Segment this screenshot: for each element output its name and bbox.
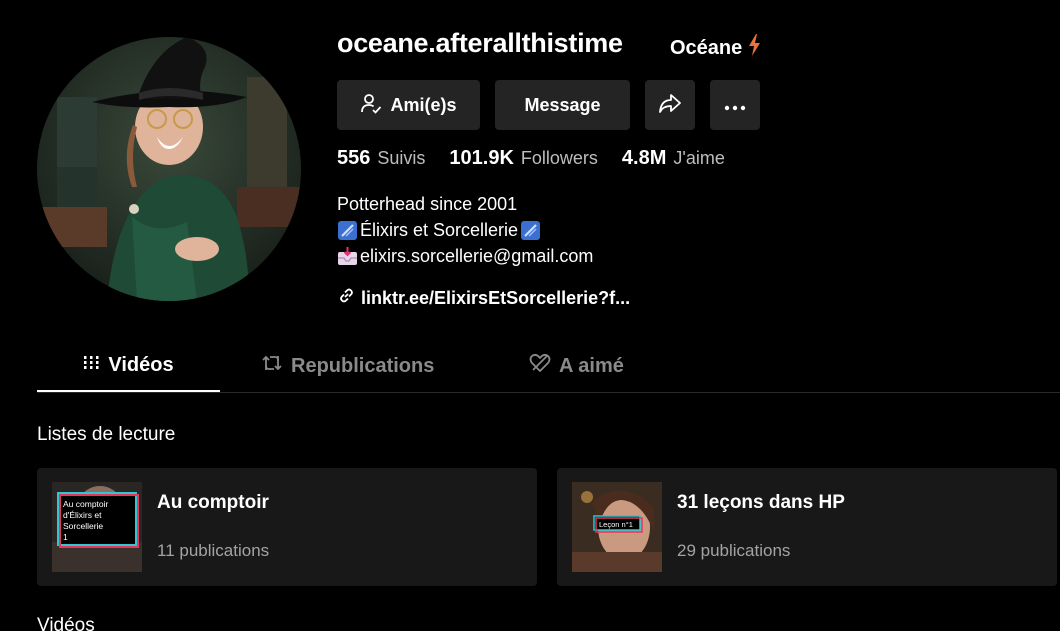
followers-count: 101.9K bbox=[449, 147, 514, 169]
friends-icon bbox=[360, 92, 382, 119]
profile-nickname-text: Océane bbox=[670, 36, 743, 59]
profile-stats: 556 Suivis 101.9K Followers 4.8M J'aime bbox=[337, 147, 749, 170]
more-options-button[interactable] bbox=[710, 80, 760, 130]
videos-section-title: Vidéos bbox=[37, 615, 95, 631]
playlists-section-title: Listes de lecture bbox=[37, 424, 176, 445]
likes-stat: 4.8M J'aime bbox=[622, 147, 725, 170]
bio-line: elixirs.sorcellerie@gmail.com bbox=[337, 243, 593, 269]
inbox-icon bbox=[337, 246, 358, 267]
bio-brand: Élixirs et Sorcellerie bbox=[360, 220, 519, 240]
tab-videos[interactable]: Vidéos bbox=[37, 340, 220, 392]
profile-username: oceane.afterallthistime bbox=[337, 28, 623, 58]
playlist-card[interactable]: Leçon n°1 31 leçons dans HP 29 publicati… bbox=[557, 468, 1057, 586]
share-button[interactable] bbox=[645, 80, 695, 130]
following-stat[interactable]: 556 Suivis bbox=[337, 147, 425, 170]
link-icon bbox=[338, 287, 355, 309]
friends-button[interactable]: Ami(e)s bbox=[337, 80, 480, 130]
followers-stat[interactable]: 101.9K Followers bbox=[449, 147, 598, 170]
heart-icon bbox=[529, 353, 551, 379]
playlist-count: 29 publications bbox=[677, 541, 791, 560]
tab-liked-label: A aimé bbox=[559, 354, 624, 377]
profile-link-text: linktr.ee/ElixirsEtSorcellerie?f... bbox=[361, 287, 631, 308]
tab-liked[interactable]: A aimé bbox=[529, 340, 624, 392]
friends-button-label: Ami(e)s bbox=[390, 94, 457, 115]
bio-line: Potterhead since 2001 bbox=[337, 194, 518, 214]
svg-text:Leçon n°1: Leçon n°1 bbox=[599, 520, 633, 529]
profile-bio: Potterhead since 2001 Élixirs et Sorcell… bbox=[337, 191, 593, 269]
playlist-title: Au comptoir bbox=[157, 492, 269, 513]
svg-text:1: 1 bbox=[63, 532, 68, 542]
following-count: 556 bbox=[337, 147, 371, 169]
repost-icon bbox=[261, 353, 283, 379]
bio-email: elixirs.sorcellerie@gmail.com bbox=[360, 246, 594, 266]
playlist-title: 31 leçons dans HP bbox=[677, 492, 845, 513]
tab-videos-label: Vidéos bbox=[108, 353, 174, 376]
lightning-icon bbox=[748, 34, 761, 62]
svg-text:Au comptoir: Au comptoir bbox=[63, 499, 109, 509]
svg-text:Sorcellerie: Sorcellerie bbox=[63, 521, 103, 531]
wand-icon bbox=[337, 220, 358, 241]
share-icon bbox=[658, 92, 682, 119]
message-button[interactable]: Message bbox=[495, 80, 630, 130]
likes-label: J'aime bbox=[673, 148, 725, 168]
playlist-thumbnail: Leçon n°1 bbox=[572, 482, 662, 572]
profile-avatar[interactable] bbox=[37, 37, 301, 301]
wand-icon bbox=[520, 220, 541, 241]
followers-label: Followers bbox=[520, 148, 598, 168]
svg-text:d'Élixirs et: d'Élixirs et bbox=[63, 510, 102, 520]
bio-line: Élixirs et Sorcellerie bbox=[337, 217, 593, 243]
tab-republications[interactable]: Republications bbox=[261, 340, 434, 392]
profile-tabs: Vidéos Republications A aimé bbox=[37, 340, 1060, 393]
profile-nickname: Océane bbox=[670, 34, 761, 62]
message-button-label: Message bbox=[524, 94, 601, 115]
playlist-card[interactable]: Au comptoir d'Élixirs et Sorcellerie 1 A… bbox=[37, 468, 537, 586]
playlist-thumbnail: Au comptoir d'Élixirs et Sorcellerie 1 bbox=[52, 482, 142, 572]
grid-icon bbox=[83, 354, 100, 377]
profile-link[interactable]: linktr.ee/ElixirsEtSorcellerie?f... bbox=[338, 287, 630, 309]
playlist-count: 11 publications bbox=[157, 541, 270, 560]
likes-count: 4.8M bbox=[621, 147, 667, 169]
more-icon bbox=[724, 95, 746, 116]
following-label: Suivis bbox=[377, 148, 426, 168]
tab-republications-label: Republications bbox=[291, 354, 435, 377]
